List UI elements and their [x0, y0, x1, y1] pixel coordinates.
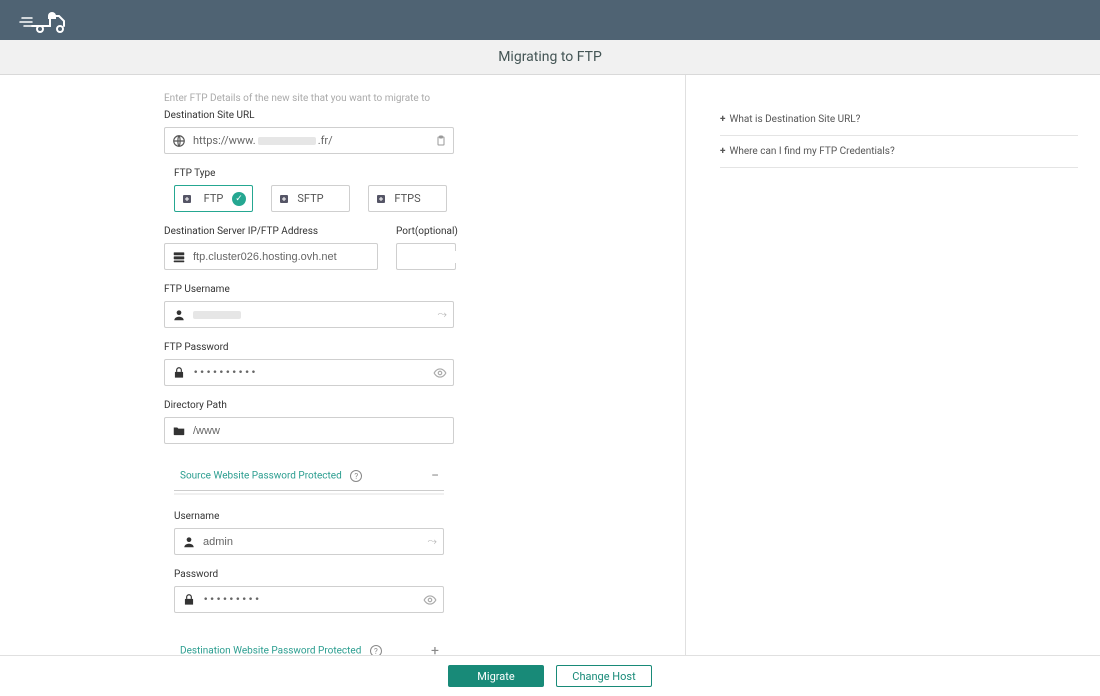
faq-panel: +What is Destination Site URL? +Where ca…: [686, 75, 1100, 655]
dir-path-input[interactable]: [164, 417, 454, 444]
intro-text: Enter FTP Details of the new site that y…: [164, 93, 685, 104]
faq-item-dest-url[interactable]: +What is Destination Site URL?: [720, 103, 1078, 136]
dest-url-redacted: [258, 137, 316, 145]
dest-server-field[interactable]: [187, 251, 371, 263]
transfer-icon: [278, 193, 290, 205]
plus-icon: +: [720, 146, 725, 157]
src-password-input[interactable]: •••••••••: [174, 586, 444, 613]
transfer-icon: [375, 193, 387, 205]
page-title-bar: Migrating to FTP: [0, 40, 1100, 75]
migrate-button[interactable]: Migrate: [448, 665, 544, 687]
ftp-type-sftp[interactable]: SFTP: [271, 185, 350, 212]
port-field[interactable]: [403, 251, 551, 263]
user-icon: [171, 308, 187, 322]
folder-icon: [171, 424, 187, 438]
top-bar: [0, 0, 1100, 40]
ftp-password-value: ••••••••••: [187, 368, 433, 378]
dest-url-input[interactable]: https://www. .fr/: [164, 127, 454, 154]
label-dir-path: Directory Path: [164, 400, 685, 411]
label-dest-server: Destination Server IP/FTP Address: [164, 226, 378, 237]
ftp-username-redacted: [193, 311, 241, 319]
port-input[interactable]: [396, 243, 456, 270]
autofill-icon[interactable]: ⤳: [427, 534, 437, 549]
lock-icon: [181, 593, 197, 607]
dest-url-suffix: .fr/: [318, 134, 333, 147]
footer-bar: Migrate Change Host: [0, 655, 1100, 696]
label-dest-url: Destination Site URL: [164, 110, 685, 121]
form-panel: Enter FTP Details of the new site that y…: [0, 75, 686, 655]
lock-icon: [171, 366, 187, 380]
change-host-button[interactable]: Change Host: [556, 665, 652, 687]
ftp-password-input[interactable]: ••••••••••: [164, 359, 454, 386]
help-icon[interactable]: ?: [350, 470, 362, 482]
label-ftp-user: FTP Username: [164, 284, 685, 295]
label-ftp-type: FTP Type: [174, 168, 685, 179]
plus-icon: +: [720, 114, 725, 125]
page-title: Migrating to FTP: [498, 49, 602, 65]
eye-icon[interactable]: [433, 366, 447, 380]
globe-icon: [171, 134, 187, 148]
label-src-username: Username: [174, 511, 444, 522]
ftp-type-ftps[interactable]: FTPS: [368, 185, 447, 212]
src-password-value: •••••••••: [197, 595, 423, 605]
ftp-username-input[interactable]: ⤳: [164, 301, 454, 328]
server-icon: [171, 250, 187, 264]
src-username-field[interactable]: [197, 536, 427, 548]
help-icon[interactable]: ?: [370, 645, 382, 655]
collapse-icon: −: [428, 468, 442, 484]
accordion-dest-protected[interactable]: Destination Website Password Protected ?…: [174, 643, 444, 655]
dest-url-prefix: https://www.: [187, 134, 256, 147]
eye-icon[interactable]: [423, 593, 437, 607]
truck-logo-icon: [18, 2, 78, 39]
dir-path-field[interactable]: [187, 425, 447, 437]
expand-icon: +: [428, 643, 442, 655]
dest-server-input[interactable]: [164, 243, 378, 270]
faq-item-ftp-creds[interactable]: +Where can I find my FTP Credentials?: [720, 136, 1078, 168]
clipboard-icon[interactable]: [435, 135, 447, 147]
label-src-password: Password: [174, 569, 444, 580]
transfer-icon: [181, 193, 193, 205]
src-username-input[interactable]: ⤳: [174, 528, 444, 555]
autofill-icon[interactable]: ⤳: [437, 307, 447, 322]
check-icon: ✓: [232, 192, 246, 206]
user-icon: [181, 535, 197, 549]
label-port: Port(optional): [396, 226, 458, 237]
accordion-source-protected[interactable]: Source Website Password Protected ? −: [174, 468, 444, 490]
label-ftp-pass: FTP Password: [164, 342, 685, 353]
ftp-type-ftp[interactable]: FTP ✓: [174, 185, 253, 212]
